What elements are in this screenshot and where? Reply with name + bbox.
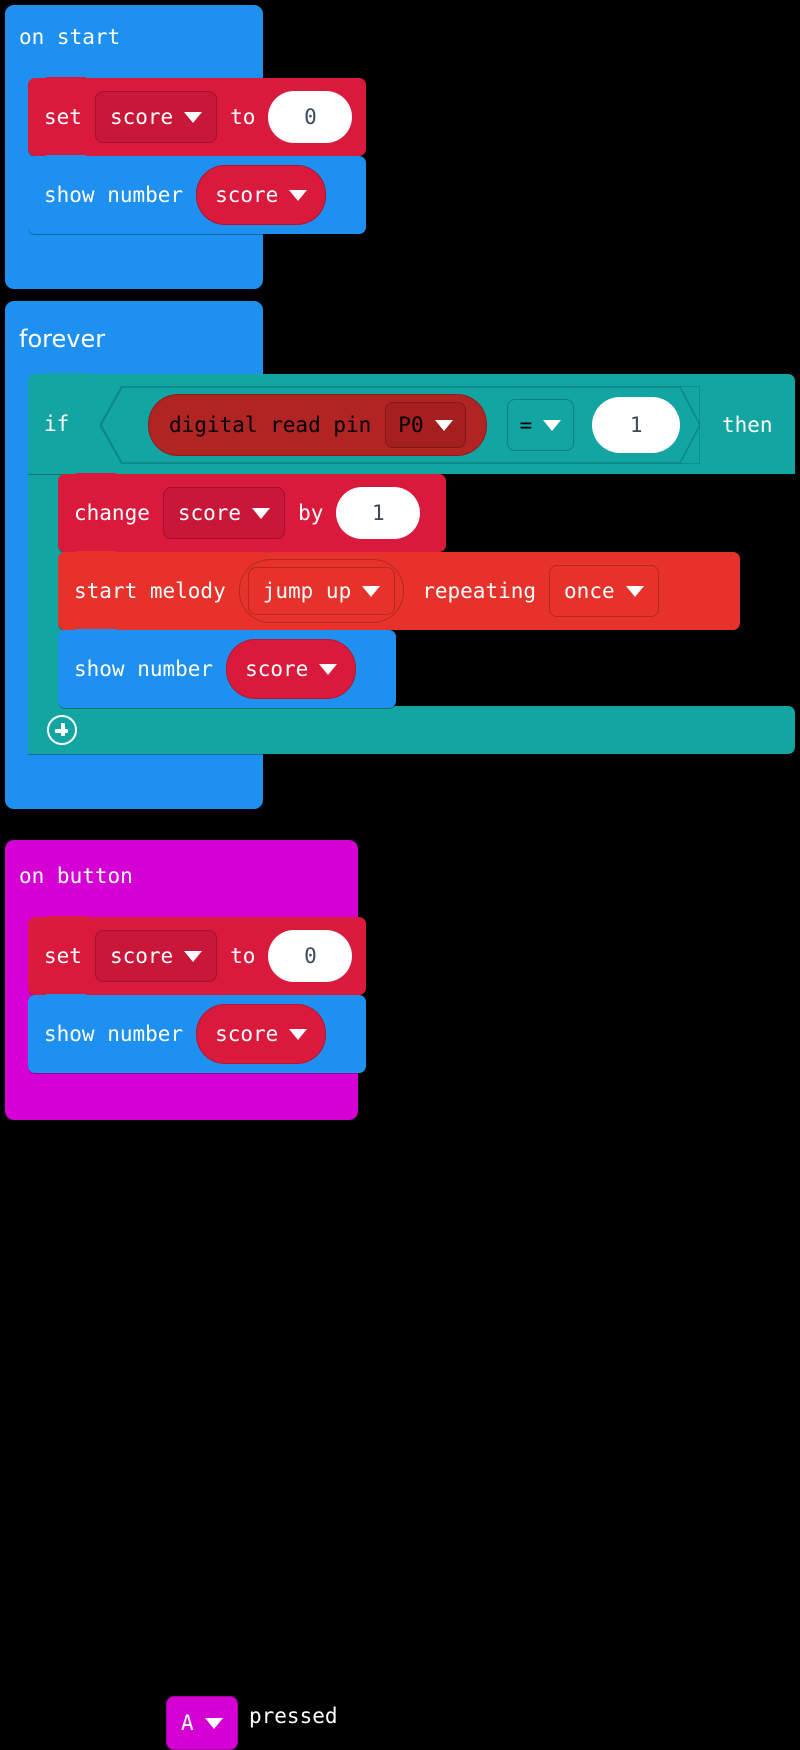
then-label: then [722, 412, 773, 437]
start-melody-block[interactable]: start melody jump up repeating once [58, 551, 740, 630]
block-notch [76, 473, 116, 484]
variable-name: score [215, 1021, 279, 1046]
variable-reporter[interactable]: score [196, 1004, 327, 1064]
variable-name: score [109, 943, 174, 968]
block-notch [46, 77, 86, 88]
chevron-down-icon [204, 1717, 223, 1729]
block-notch [46, 994, 86, 1005]
blocks-canvas: on start set score to 0 show number scor… [0, 0, 800, 1750]
block-notch [76, 551, 116, 562]
melody-value: jump up [262, 578, 352, 603]
forever-label: forever [19, 325, 106, 353]
chevron-down-icon [289, 1028, 308, 1040]
chevron-down-icon [319, 663, 338, 675]
set-variable-block[interactable]: set score to 0 [28, 916, 366, 995]
variable-dropdown[interactable]: score [162, 487, 286, 539]
variable-reporter[interactable]: score [226, 639, 357, 699]
start-melody-label: start melody [74, 578, 226, 603]
chevron-down-icon [289, 189, 308, 201]
chevron-down-icon [252, 507, 271, 519]
melody-reporter[interactable]: jump up [238, 559, 405, 623]
pin-value: P0 [398, 413, 424, 437]
to-label: to [230, 943, 256, 968]
if-then-block-bottom-bar[interactable] [28, 706, 795, 754]
repeat-dropdown[interactable]: once [549, 565, 659, 617]
show-number-block[interactable]: show number score [28, 994, 366, 1073]
number-input[interactable]: 1 [336, 487, 421, 539]
number-input[interactable]: 1 [592, 397, 681, 453]
then-label-container: then [722, 386, 792, 464]
by-label: by [298, 500, 324, 525]
chevron-down-icon [362, 585, 381, 597]
show-number-label: show number [74, 656, 214, 681]
block-notch [46, 155, 86, 166]
operator-dropdown[interactable]: = [506, 399, 575, 451]
variable-dropdown[interactable]: score [94, 91, 218, 143]
on-start-label: on start [19, 25, 121, 49]
on-button-label-before: on button [19, 864, 133, 888]
block-notch [46, 916, 86, 927]
to-label: to [230, 104, 256, 129]
repeat-value: once [564, 578, 615, 603]
block-notch [46, 373, 86, 384]
pin-dropdown[interactable]: P0 [385, 402, 466, 448]
melody-dropdown[interactable]: jump up [247, 567, 396, 615]
button-value: A [181, 1710, 194, 1735]
change-variable-block[interactable]: change score by 1 [58, 473, 446, 552]
variable-name: score [215, 182, 279, 207]
chevron-down-icon [434, 419, 453, 431]
show-number-label: show number [44, 182, 184, 207]
number-input[interactable]: 0 [268, 930, 353, 982]
change-label: change [74, 500, 150, 525]
show-number-label: show number [44, 1021, 184, 1046]
set-label: set [44, 943, 82, 968]
variable-name: score [245, 656, 309, 681]
variable-dropdown[interactable]: score [94, 930, 218, 982]
variable-name: score [177, 500, 242, 525]
comparison-boolean-block[interactable]: digital read pin P0 = 1 [100, 386, 700, 464]
variable-reporter[interactable]: score [196, 165, 327, 225]
digital-read-pin-label: digital read pin [169, 413, 372, 437]
button-dropdown[interactable]: A [166, 1696, 238, 1750]
variable-name: score [109, 104, 174, 129]
add-else-plus-icon[interactable] [47, 715, 77, 745]
on-button-label-after: pressed [249, 1704, 338, 1728]
block-notch [76, 629, 116, 640]
repeating-label: repeating [422, 578, 537, 603]
number-input[interactable]: 0 [268, 91, 353, 143]
show-number-block[interactable]: show number score [58, 629, 396, 708]
chevron-down-icon [184, 950, 203, 962]
chevron-down-icon [543, 419, 562, 431]
set-variable-block[interactable]: set score to 0 [28, 77, 366, 156]
operator-value: = [519, 413, 533, 437]
chevron-down-icon [625, 585, 644, 597]
if-label: if [44, 411, 70, 436]
set-label: set [44, 104, 82, 129]
show-number-block[interactable]: show number score [28, 155, 366, 234]
chevron-down-icon [184, 111, 203, 123]
digital-read-pin-reporter[interactable]: digital read pin P0 [148, 394, 487, 456]
